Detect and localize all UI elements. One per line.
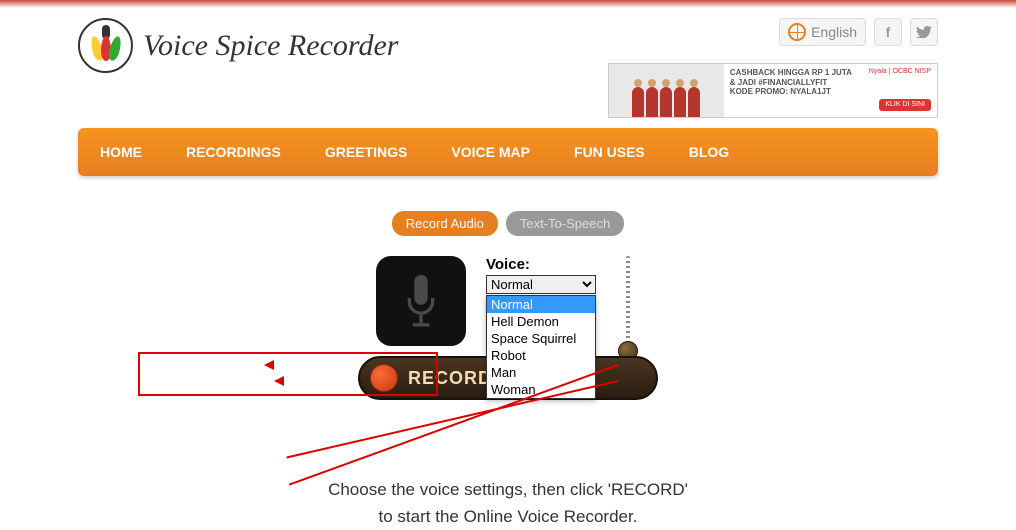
- instructions-text: Choose the voice settings, then click 'R…: [78, 476, 938, 530]
- volume-slider-column: [616, 256, 640, 366]
- annotation-arrowhead-1: [264, 360, 274, 370]
- voice-dropdown-list: Normal Hell Demon Space Squirrel Robot M…: [486, 295, 596, 399]
- nav-greetings[interactable]: GREETINGS: [303, 128, 429, 176]
- advertisement-banner[interactable]: Nyala | OCBC NISP CASHBACK HINGGA RP 1 J…: [608, 63, 938, 118]
- voice-option-man[interactable]: Man: [487, 364, 595, 381]
- twitter-button[interactable]: [910, 18, 938, 46]
- instructions-line2: to start the Online Voice Recorder.: [78, 503, 938, 530]
- voice-option-normal[interactable]: Normal: [487, 296, 595, 313]
- logo-area[interactable]: Voice Spice Recorder: [78, 18, 398, 73]
- nav-voicemap[interactable]: VOICE MAP: [429, 128, 552, 176]
- voice-label: Voice:: [486, 256, 596, 273]
- tab-record-audio[interactable]: Record Audio: [392, 211, 498, 236]
- top-right-controls: English f: [779, 18, 938, 46]
- facebook-button[interactable]: f: [874, 18, 902, 46]
- nav-funuses[interactable]: FUN USES: [552, 128, 667, 176]
- globe-icon: [788, 23, 806, 41]
- record-button-label: RECORD: [408, 368, 492, 389]
- recorder-area: Voice: Normal Normal Hell Demon Space Sq…: [78, 256, 938, 366]
- logo-icon: [78, 18, 133, 73]
- ad-line2: & JADI #FINANCIALLYFIT: [730, 78, 931, 88]
- ad-brand: Nyala | OCBC NISP: [869, 68, 931, 76]
- nav-home[interactable]: HOME: [78, 128, 164, 176]
- voice-option-spacesquirrel[interactable]: Space Squirrel: [487, 330, 595, 347]
- microphone-preview: [376, 256, 466, 346]
- voice-option-robot[interactable]: Robot: [487, 347, 595, 364]
- mode-tabs: Record Audio Text-To-Speech: [78, 211, 938, 236]
- microphone-icon: [401, 274, 441, 329]
- language-label: English: [811, 24, 857, 40]
- annotation-arrowhead-2: [274, 376, 284, 386]
- site-title: Voice Spice Recorder: [143, 29, 398, 63]
- top-gradient-bar: [0, 0, 1016, 8]
- twitter-icon: [916, 26, 932, 38]
- voice-controls: Voice: Normal Normal Hell Demon Space Sq…: [486, 256, 596, 310]
- volume-slider[interactable]: [616, 256, 640, 366]
- voice-option-woman[interactable]: Woman: [487, 381, 595, 398]
- ad-line3: KODE PROMO: NYALA1JT: [730, 87, 931, 97]
- instructions-line1: Choose the voice settings, then click 'R…: [78, 476, 938, 503]
- voice-option-helldemon[interactable]: Hell Demon: [487, 313, 595, 330]
- tab-text-to-speech[interactable]: Text-To-Speech: [506, 211, 624, 236]
- nav-blog[interactable]: BLOG: [667, 128, 751, 176]
- voice-select[interactable]: Normal: [486, 275, 596, 294]
- ad-cta-button[interactable]: KLIK DI SINI: [879, 99, 931, 111]
- nav-recordings[interactable]: RECORDINGS: [164, 128, 303, 176]
- language-selector[interactable]: English: [779, 18, 866, 46]
- main-navigation: HOME RECORDINGS GREETINGS VOICE MAP FUN …: [78, 128, 938, 176]
- record-button[interactable]: [370, 364, 398, 392]
